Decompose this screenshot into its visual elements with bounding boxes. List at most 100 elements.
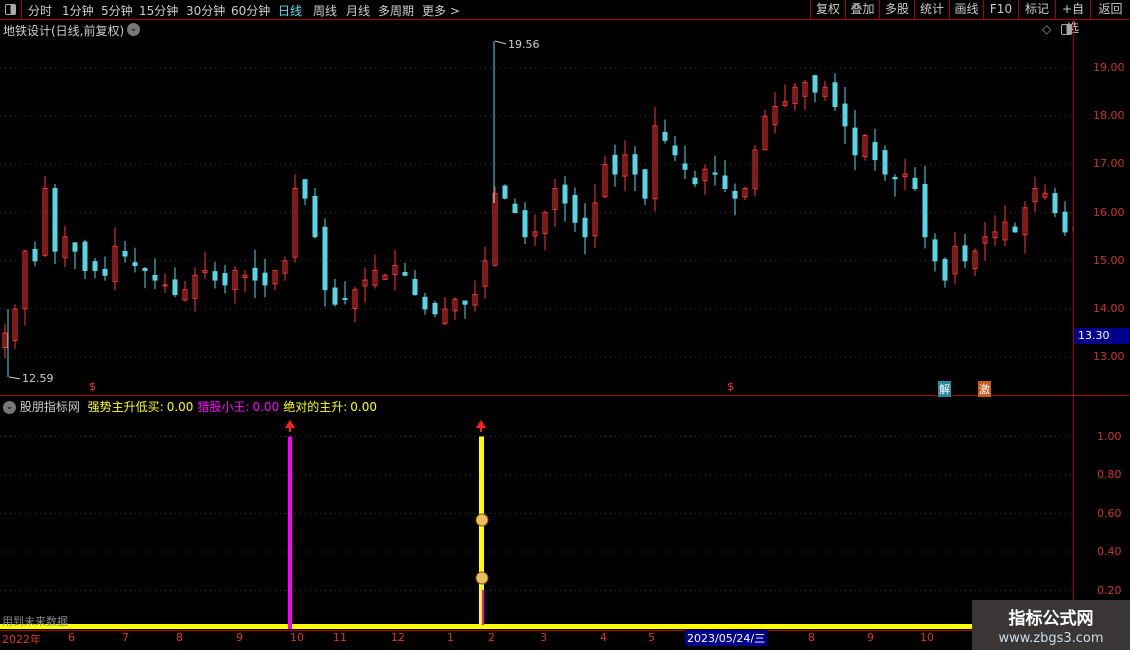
indicator-tick: 0.20	[1097, 583, 1122, 597]
indicator-tick: 0.40	[1097, 545, 1122, 558]
candle	[132, 262, 138, 267]
up-arrow-icon	[476, 420, 486, 432]
candle	[332, 287, 338, 305]
candle	[662, 132, 668, 141]
x-axis	[0, 630, 1130, 631]
candle	[582, 217, 588, 238]
candle	[222, 273, 228, 286]
candle	[722, 175, 728, 190]
candle	[322, 226, 328, 291]
candle	[102, 268, 108, 276]
signal-spike	[482, 590, 484, 625]
candle	[732, 191, 738, 199]
coin-icon	[475, 513, 489, 527]
toolbar-button[interactable]: 返回	[1090, 0, 1130, 20]
candle	[502, 185, 508, 199]
x-axis-label: 10	[920, 631, 934, 644]
future-data-note: 用到未来数据	[2, 615, 68, 628]
indicator-tick: 0.80	[1097, 468, 1122, 481]
x-axis-label: 6	[68, 631, 75, 644]
price-tick: 17.00	[1093, 157, 1125, 171]
indicator-legend-item: 猎股小王: 0.00	[197, 400, 279, 414]
candle	[302, 179, 308, 199]
candle	[942, 259, 948, 281]
watermark: 指标公式网 www.zbgs3.com	[972, 600, 1130, 650]
price-tick: 16.00	[1093, 205, 1125, 219]
coin-icon	[475, 571, 489, 585]
x-axis-label: 3	[540, 631, 547, 644]
candle	[572, 195, 578, 223]
indicator-name: 股朋指标网	[19, 400, 80, 414]
right-axis-divider	[1073, 20, 1074, 630]
candle	[342, 298, 348, 301]
x-axis-label: 8	[176, 631, 183, 644]
candle	[712, 172, 718, 175]
candle	[642, 169, 648, 199]
indicator-tick: 1.00	[1097, 429, 1122, 443]
buy-signal-mark: $	[89, 380, 96, 393]
baseline-bar	[0, 624, 972, 629]
candle	[812, 75, 818, 93]
candle	[262, 272, 268, 286]
x-axis-label: 9	[867, 631, 874, 644]
candle	[692, 177, 698, 185]
candle	[172, 279, 178, 296]
up-arrow-icon	[285, 420, 295, 432]
legend-value: 0.00	[252, 400, 280, 414]
buy-signal-mark: $	[727, 380, 734, 393]
high-price-label: 19.56	[508, 38, 540, 51]
watermark-url: www.zbgs3.com	[998, 631, 1104, 646]
x-axis-label: 2	[488, 631, 495, 644]
price-tick: 14.00	[1093, 302, 1125, 315]
candle	[832, 82, 838, 108]
candle	[522, 210, 528, 238]
candle	[82, 241, 88, 271]
candle	[612, 154, 618, 175]
x-axis-label: 2023/05/24/三	[685, 630, 768, 646]
price-chart[interactable]	[0, 0, 1073, 650]
candle	[962, 245, 968, 262]
indicator-legend-item: 强势主升低买: 0.00	[88, 400, 194, 414]
candle	[912, 177, 918, 189]
current-price-badge: 13.30	[1074, 328, 1130, 344]
x-axis-label: 7	[122, 631, 129, 644]
candle	[932, 239, 938, 262]
candle	[462, 300, 468, 305]
candle	[152, 274, 158, 281]
x-axis-label: 11	[333, 631, 347, 644]
candle	[632, 154, 638, 175]
candle	[1052, 193, 1058, 214]
price-tick: 18.00	[1093, 109, 1125, 123]
legend-value: 0.00	[350, 400, 377, 414]
candle	[1062, 211, 1068, 233]
x-axis-label: 12	[391, 631, 405, 644]
candle	[72, 242, 78, 252]
high-pointer	[494, 40, 507, 45]
low-price-label: 12.59	[22, 372, 54, 385]
legend-label: 猎股小王:	[197, 400, 250, 414]
candle	[682, 163, 688, 170]
chevron-down-icon[interactable]: ⌄	[3, 401, 16, 414]
candle	[562, 184, 568, 204]
candle	[92, 261, 98, 271]
candle	[1012, 226, 1018, 233]
low-pointer	[8, 376, 21, 380]
candle	[162, 284, 168, 287]
ji-signal-badge: 激	[978, 381, 991, 397]
x-axis-label: 4	[600, 631, 607, 644]
watermark-title: 指标公式网	[1008, 609, 1094, 629]
candle	[122, 250, 128, 257]
indicator-tick: 0.60	[1097, 506, 1122, 520]
candle	[32, 248, 38, 262]
price-tick: 13.00	[1093, 350, 1125, 364]
jie-signal-badge: 解	[938, 381, 951, 397]
indicator-legend-item: 绝对的主升: 0.00	[283, 400, 377, 414]
candle	[922, 183, 928, 238]
candle	[412, 279, 418, 296]
candle	[212, 271, 218, 281]
candle	[842, 103, 848, 127]
price-tick: 15.00	[1093, 253, 1125, 267]
candle	[432, 302, 438, 315]
x-axis-label: 5	[648, 631, 655, 644]
candle	[402, 271, 408, 276]
